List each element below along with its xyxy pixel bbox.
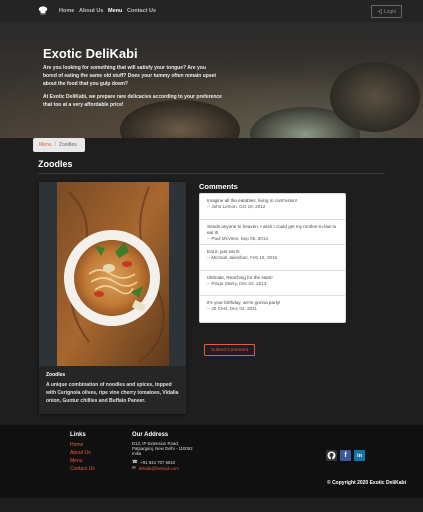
comment-item: It's your birthday, we're gonna party! -… — [200, 296, 345, 322]
breadcrumb-menu-link[interactable]: Menu — [39, 142, 52, 148]
dish-name: Zoodles — [46, 372, 66, 378]
footer-link-contact[interactable]: Contact Us — [70, 466, 95, 472]
footer — [0, 425, 423, 498]
footer-address-heading: Our Address — [132, 432, 169, 438]
hero-line: At Exotic DeliKabi, we prepare rare deli… — [43, 94, 222, 100]
comment-author: -- Paul McVites, Sep 05, 2014 — [207, 235, 268, 241]
navbar: Home About Us Menu Contact Us Login — [0, 0, 423, 22]
hero-description: Are you looking for something that will … — [43, 64, 223, 88]
comment-item: Eat it, just eat it! -- Michael Jaikisha… — [200, 245, 345, 271]
comment-item: Sends anyone to heaven, I wish I could g… — [200, 220, 345, 245]
comments-heading: Comments — [199, 182, 238, 191]
submit-comment-button[interactable]: Submit Comment — [204, 344, 255, 356]
hero-line: Are you looking for something that will … — [43, 65, 206, 71]
footer-link-home[interactable]: Home — [70, 442, 83, 448]
github-icon-glyph — [327, 451, 336, 460]
comment-author: -- 25 Cent, Dec 02, 2011 — [207, 306, 257, 311]
dish-description: A unique combination of noodles and spic… — [46, 382, 179, 404]
hero-offer: At Exotic DeliKabi, we prepare rare deli… — [43, 93, 223, 109]
footer-link-about[interactable]: About Us — [70, 450, 91, 456]
dish-image — [39, 182, 186, 366]
footer-link-menu[interactable]: Menu — [70, 458, 83, 464]
linkedin-icon[interactable]: in — [354, 450, 365, 461]
hero-title: Exotic DeliKabi — [43, 46, 138, 61]
nav-about-link[interactable]: About Us — [79, 8, 103, 14]
envelope-icon: ✉ — [132, 465, 136, 470]
dish-card: Zoodles A unique combination of noodles … — [39, 182, 186, 414]
footer-links-heading: Links — [70, 432, 86, 438]
comment-item: Ultimate, Reaching for the stars! -- Rin… — [200, 271, 345, 296]
hero-line: that too at a very affordable price! — [43, 102, 124, 108]
comment-list: Imagine all the eatables, living in conF… — [199, 193, 346, 323]
login-button[interactable]: Login — [371, 5, 402, 18]
breadcrumb-separator: / — [54, 142, 56, 148]
hero-line: bored of eating the same old stuff? Does… — [43, 73, 217, 79]
hero-banner: Exotic DeliKabi Are you looking for some… — [0, 22, 423, 138]
breadcrumb: Menu / Zoodles — [33, 138, 85, 152]
nav-menu-link[interactable]: Menu — [108, 8, 122, 14]
comment-author: -- Michael Jaikishan, Feb 15, 2015 — [207, 255, 278, 260]
comment-text: Sends anyone to heaven, I wish I could g… — [207, 223, 337, 235]
email-link[interactable]: dnkabi@hotmail.com — [139, 466, 179, 471]
chef-hat-icon[interactable] — [38, 6, 48, 15]
copyright-text: © Copyright 2020 Exotic DeliKabi — [327, 480, 406, 486]
sign-in-icon — [377, 9, 382, 14]
facebook-icon[interactable]: f — [340, 450, 351, 461]
footer-email: ✉ dnkabi@hotmail.com — [132, 465, 179, 471]
hero-line: about the food that you gulp down? — [43, 81, 128, 87]
dish-photo — [39, 182, 186, 366]
breadcrumb-current: Zoodles — [58, 142, 77, 148]
hero-dish-image — [330, 62, 420, 132]
footer-address: D13, IP Extension Road, Patparganj, New … — [132, 441, 193, 456]
address-line: India — [132, 451, 142, 456]
comment-author: -- John Lemon, Oct 16, 2012 — [207, 204, 266, 209]
nav-contact-link[interactable]: Contact Us — [127, 8, 156, 14]
divider — [38, 173, 385, 174]
login-label: Login — [383, 8, 397, 15]
comment-author: -- Ringo Starry, Dec 02, 2013 — [207, 280, 267, 286]
comment-item: Imagine all the eatables, living in conF… — [200, 194, 345, 220]
nav-home-link[interactable]: Home — [59, 8, 74, 14]
github-icon[interactable] — [326, 450, 337, 461]
phone-number: +91 844 707 6610 — [140, 459, 176, 465]
page-title: Zoodles — [38, 159, 73, 169]
